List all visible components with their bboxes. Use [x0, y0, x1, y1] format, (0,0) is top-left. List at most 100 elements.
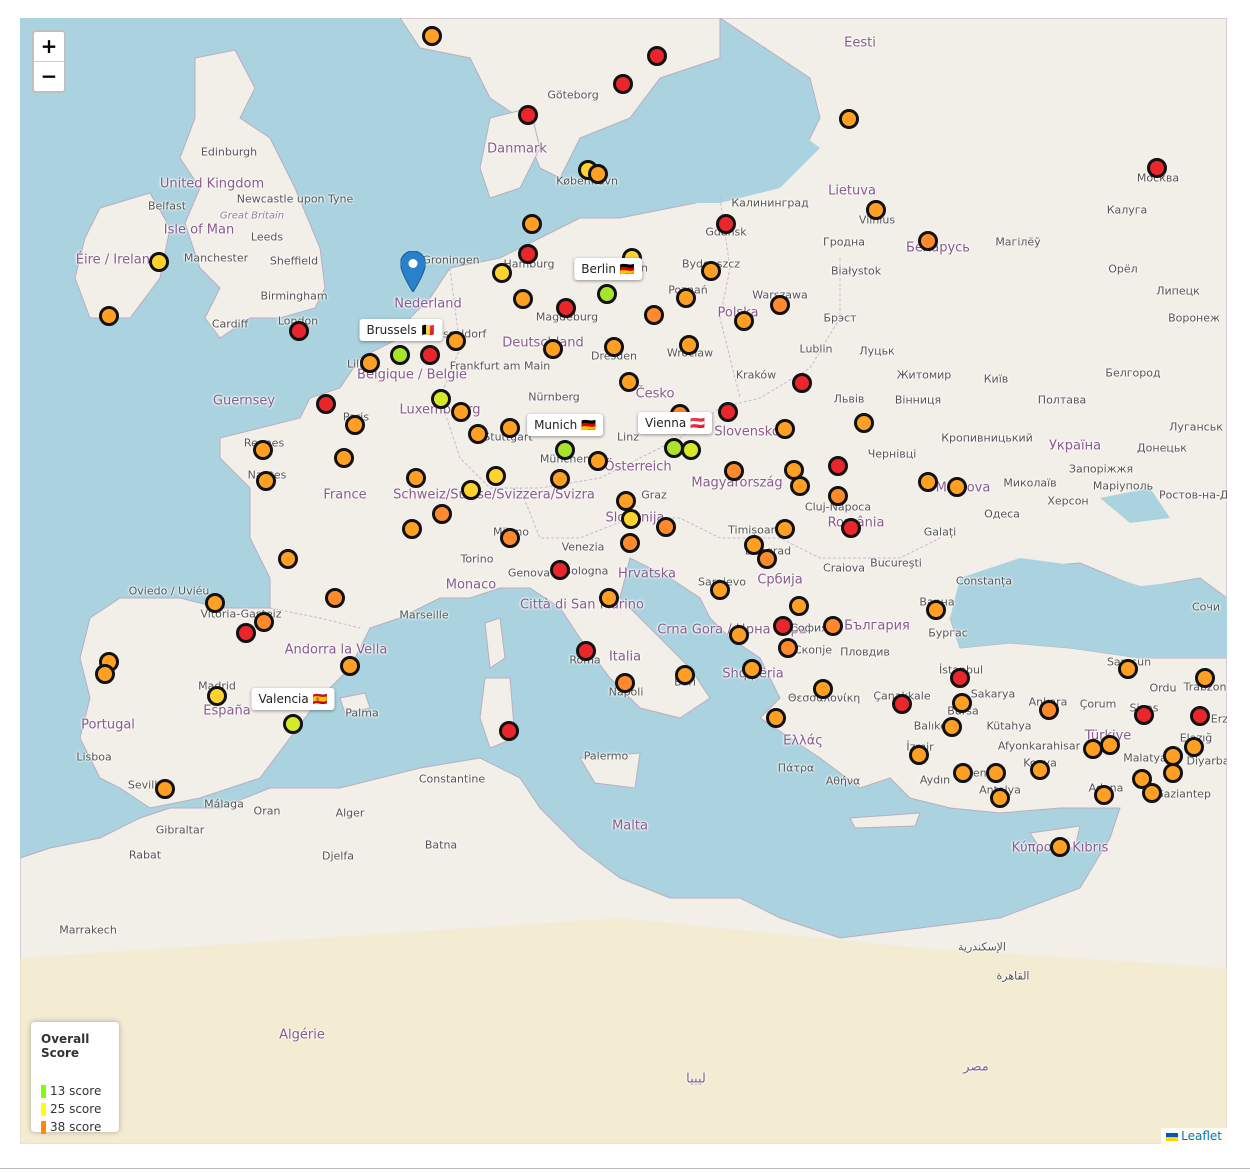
- map-base-layer[interactable]: [20, 18, 1227, 1144]
- city-score-marker[interactable]: [543, 339, 563, 359]
- city-score-marker[interactable]: [681, 440, 701, 460]
- city-score-marker[interactable]: [432, 504, 452, 524]
- city-score-marker[interactable]: [406, 468, 426, 488]
- city-score-marker[interactable]: [615, 673, 635, 693]
- city-score-marker[interactable]: [588, 451, 608, 471]
- city-score-marker[interactable]: [789, 596, 809, 616]
- city-score-marker[interactable]: [422, 26, 442, 46]
- city-score-marker[interactable]: [839, 109, 859, 129]
- city-score-marker[interactable]: [1030, 760, 1050, 780]
- city-score-marker[interactable]: [518, 244, 538, 264]
- zoom-in-button[interactable]: +: [34, 32, 64, 61]
- city-score-marker[interactable]: [207, 686, 227, 706]
- city-score-marker[interactable]: [340, 656, 360, 676]
- city-score-marker[interactable]: [500, 528, 520, 548]
- city-score-marker[interactable]: [1134, 705, 1154, 725]
- city-score-marker[interactable]: [431, 389, 451, 409]
- city-score-marker[interactable]: [742, 659, 762, 679]
- city-score-marker[interactable]: [278, 549, 298, 569]
- city-score-marker[interactable]: [953, 763, 973, 783]
- city-score-marker[interactable]: [620, 533, 640, 553]
- city-score-marker[interactable]: [947, 477, 967, 497]
- city-score-marker[interactable]: [716, 214, 736, 234]
- city-score-marker[interactable]: [555, 440, 575, 460]
- city-score-marker[interactable]: [734, 311, 754, 331]
- city-score-marker[interactable]: [334, 448, 354, 468]
- city-score-marker[interactable]: [1100, 735, 1120, 755]
- city-score-marker[interactable]: [1184, 737, 1204, 757]
- city-score-marker[interactable]: [1147, 158, 1167, 178]
- city-score-marker[interactable]: [1094, 785, 1114, 805]
- city-score-marker[interactable]: [492, 263, 512, 283]
- city-score-marker[interactable]: [773, 616, 793, 636]
- city-score-marker[interactable]: [1050, 837, 1070, 857]
- city-score-marker[interactable]: [95, 664, 115, 684]
- map-container[interactable]: Eesti Lietuva Беларусь Danmark United Kingdo…: [20, 18, 1227, 1144]
- city-score-marker[interactable]: [866, 200, 886, 220]
- city-score-marker[interactable]: [718, 402, 738, 422]
- city-score-marker[interactable]: [942, 717, 962, 737]
- city-score-marker[interactable]: [1163, 763, 1183, 783]
- city-score-marker[interactable]: [256, 471, 276, 491]
- leaflet-link[interactable]: Leaflet: [1181, 1129, 1222, 1143]
- city-score-marker[interactable]: [604, 337, 624, 357]
- city-score-marker[interactable]: [679, 335, 699, 355]
- city-score-marker[interactable]: [205, 593, 225, 613]
- city-score-marker[interactable]: [909, 745, 929, 765]
- city-score-marker[interactable]: [616, 491, 636, 511]
- city-score-marker[interactable]: [254, 612, 274, 632]
- city-score-marker[interactable]: [918, 231, 938, 251]
- city-score-marker[interactable]: [550, 560, 570, 580]
- city-score-marker[interactable]: [599, 588, 619, 608]
- city-score-marker[interactable]: [597, 284, 617, 304]
- city-score-marker[interactable]: [390, 345, 410, 365]
- city-score-marker[interactable]: [656, 517, 676, 537]
- city-score-marker[interactable]: [576, 641, 596, 661]
- city-score-marker[interactable]: [236, 623, 256, 643]
- city-score-marker[interactable]: [823, 616, 843, 636]
- city-score-marker[interactable]: [1039, 700, 1059, 720]
- city-score-marker[interactable]: [854, 413, 874, 433]
- city-score-marker[interactable]: [1118, 659, 1138, 679]
- city-score-marker[interactable]: [926, 600, 946, 620]
- city-score-marker[interactable]: [451, 402, 471, 422]
- city-score-marker[interactable]: [790, 476, 810, 496]
- city-score-marker[interactable]: [647, 46, 667, 66]
- city-score-marker[interactable]: [283, 714, 303, 734]
- city-score-marker[interactable]: [149, 252, 169, 272]
- city-score-marker[interactable]: [813, 679, 833, 699]
- city-score-marker[interactable]: [99, 306, 119, 326]
- city-score-marker[interactable]: [556, 298, 576, 318]
- city-score-marker[interactable]: [1142, 783, 1162, 803]
- city-score-marker[interactable]: [486, 466, 506, 486]
- city-score-marker[interactable]: [792, 373, 812, 393]
- city-score-marker[interactable]: [446, 331, 466, 351]
- city-score-marker[interactable]: [550, 469, 570, 489]
- city-score-marker[interactable]: [360, 353, 380, 373]
- city-score-marker[interactable]: [613, 74, 633, 94]
- city-score-marker[interactable]: [775, 419, 795, 439]
- city-score-marker[interactable]: [513, 289, 533, 309]
- city-score-marker[interactable]: [724, 461, 744, 481]
- city-score-marker[interactable]: [990, 788, 1010, 808]
- city-score-marker[interactable]: [775, 519, 795, 539]
- city-score-marker[interactable]: [619, 372, 639, 392]
- city-score-marker[interactable]: [518, 105, 538, 125]
- city-score-marker[interactable]: [1195, 668, 1215, 688]
- city-score-marker[interactable]: [499, 721, 519, 741]
- city-score-marker[interactable]: [345, 415, 365, 435]
- city-score-marker[interactable]: [950, 668, 970, 688]
- city-score-marker[interactable]: [468, 424, 488, 444]
- city-score-marker[interactable]: [461, 480, 481, 500]
- city-score-marker[interactable]: [155, 779, 175, 799]
- city-score-marker[interactable]: [892, 694, 912, 714]
- city-score-marker[interactable]: [841, 518, 861, 538]
- city-score-marker[interactable]: [588, 164, 608, 184]
- city-score-marker[interactable]: [675, 665, 695, 685]
- city-score-marker[interactable]: [757, 549, 777, 569]
- city-score-marker[interactable]: [770, 295, 790, 315]
- city-score-marker[interactable]: [644, 305, 664, 325]
- city-score-marker[interactable]: [710, 580, 730, 600]
- city-score-marker[interactable]: [420, 345, 440, 365]
- city-score-marker[interactable]: [952, 693, 972, 713]
